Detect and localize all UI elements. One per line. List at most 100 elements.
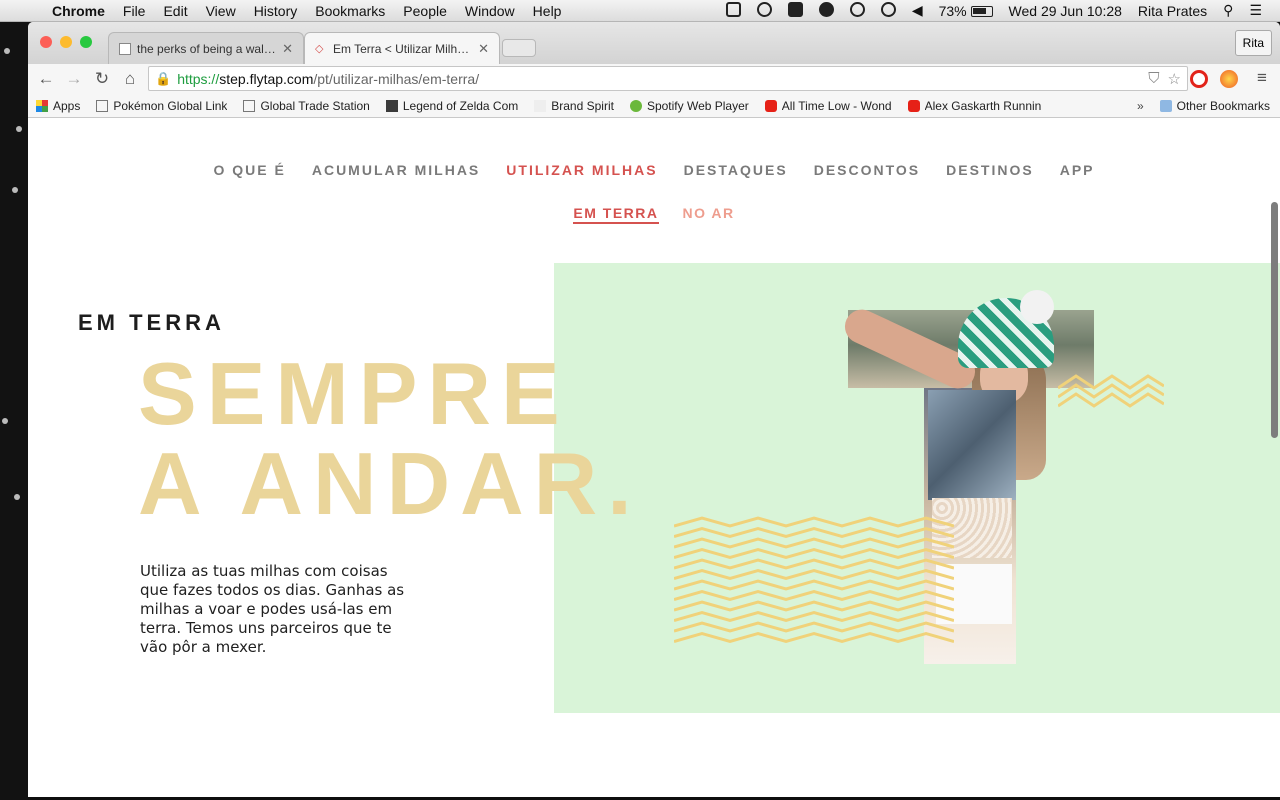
web-page: O QUE É ACUMULAR MILHAS UTILIZAR MILHAS … — [28, 118, 1280, 797]
timer-icon[interactable] — [842, 1, 873, 20]
headline-line-2: A ANDAR. — [138, 434, 642, 533]
tab-title: the perks of being a wallflo — [137, 41, 277, 56]
close-tab-icon[interactable]: ✕ — [478, 41, 489, 57]
address-bar[interactable]: 🔒 https://step.flytap.com/pt/utilizar-mi… — [148, 66, 1188, 91]
lock-icon: 🔒 — [155, 70, 172, 86]
menu-people[interactable]: People — [394, 3, 456, 19]
page-icon — [243, 99, 256, 112]
menu-file[interactable]: File — [114, 3, 155, 19]
tab-strip: the perks of being a wallflo ✕ ◇ Em Terr… — [28, 22, 1280, 64]
nav-destinos[interactable]: DESTINOS — [946, 162, 1034, 178]
page-scrollbar[interactable] — [1271, 202, 1278, 438]
spotlight-search-icon[interactable]: ⚲ — [1215, 2, 1241, 19]
subnav-em-terra[interactable]: EM TERRA — [573, 205, 659, 224]
new-tab-button[interactable] — [502, 39, 536, 57]
bookmark-apps[interactable]: Apps — [28, 99, 88, 113]
close-window-button[interactable] — [40, 36, 52, 48]
zigzag-line — [674, 621, 954, 633]
menu-edit[interactable]: Edit — [154, 3, 196, 19]
nav-o-que-e[interactable]: O QUE É — [213, 162, 285, 178]
bookmark-label: All Time Low - Wond — [781, 98, 892, 113]
url-path: /pt/utilizar-milhas/em-terra/ — [313, 70, 480, 87]
sync-icon[interactable] — [780, 1, 811, 20]
zigzag-line — [674, 631, 954, 644]
bookmark-global-trade-station[interactable]: Global Trade Station — [235, 99, 377, 113]
profile-button[interactable]: Rita — [1234, 30, 1272, 56]
nav-acumular-milhas[interactable]: ACUMULAR MILHAS — [312, 162, 480, 178]
minimize-window-button[interactable] — [60, 36, 72, 48]
bookmark-alex-gaskarth[interactable]: Alex Gaskarth Runnin — [900, 99, 1050, 113]
desktop-dot — [12, 187, 18, 193]
spotify-icon — [629, 99, 642, 112]
nav-destaques[interactable]: DESTAQUES — [684, 162, 788, 178]
bookmark-label: Alex Gaskarth Runnin — [924, 98, 1042, 113]
zigzag-decoration-large — [674, 516, 954, 644]
battery-status[interactable]: 73% — [931, 3, 1001, 19]
other-bookmarks[interactable]: Other Bookmarks — [1152, 99, 1280, 113]
time-machine-icon[interactable] — [873, 1, 904, 20]
reload-icon[interactable]: ↻ — [88, 69, 116, 89]
home-icon[interactable]: ⌂ — [116, 69, 144, 89]
eye-icon[interactable] — [811, 1, 842, 20]
dropbox-icon[interactable] — [718, 1, 749, 20]
hero-photo-pompom — [1020, 290, 1054, 324]
zoom-window-button[interactable] — [80, 36, 92, 48]
folder-icon — [1159, 99, 1172, 112]
apps-grid-icon — [36, 99, 48, 112]
battery-percent: 73% — [938, 2, 967, 19]
creative-cloud-icon[interactable] — [749, 1, 780, 20]
fire-extension-icon[interactable] — [1220, 70, 1238, 88]
zelda-icon — [385, 99, 398, 112]
opera-extension-icon[interactable] — [1190, 70, 1208, 88]
bookmark-brand-spirit[interactable]: Brand Spirit — [526, 99, 622, 113]
bookmark-label: Global Trade Station — [260, 98, 370, 113]
clock[interactable]: Wed 29 Jun 10:28 — [1001, 3, 1130, 19]
menu-bookmarks[interactable]: Bookmarks — [306, 3, 394, 19]
zigzag-line — [674, 516, 954, 528]
volume-icon[interactable]: ◀ — [904, 2, 931, 19]
bookmark-legend-of-zelda[interactable]: Legend of Zelda Com — [378, 99, 526, 113]
menu-view[interactable]: View — [197, 3, 245, 19]
bookmark-pokemon-global-link[interactable]: Pokémon Global Link — [88, 99, 235, 113]
forward-arrow-icon[interactable]: → — [60, 69, 88, 89]
shield-icon[interactable]: ⛉ — [1148, 70, 1159, 88]
tab-em-terra[interactable]: ◇ Em Terra < Utilizar Milhas < ✕ — [304, 32, 500, 64]
notification-center-icon[interactable]: ☰ — [1241, 2, 1270, 19]
bookmarks-overflow-chevron[interactable]: » — [1129, 99, 1152, 113]
zigzag-line — [674, 547, 954, 560]
url-scheme: https:// — [177, 70, 220, 87]
bookmark-spotify[interactable]: Spotify Web Player — [622, 99, 757, 113]
back-arrow-icon[interactable]: ← — [32, 69, 60, 89]
hero-photo-vest — [928, 390, 1016, 500]
desktop-background — [0, 22, 30, 800]
desktop-dot — [16, 126, 22, 132]
bookmark-star-icon[interactable]: ☆ — [1168, 70, 1181, 88]
menu-history[interactable]: History — [245, 3, 307, 19]
intro-paragraph: Utiliza as tuas milhas com coisas que fa… — [140, 562, 405, 656]
nav-descontos[interactable]: DESCONTOS — [814, 162, 920, 178]
chrome-menu-icon[interactable]: ≡ — [1248, 68, 1276, 88]
desktop-dot — [2, 418, 8, 424]
zigzag-line — [674, 589, 954, 602]
zigzag-line — [674, 610, 954, 623]
battery-icon — [970, 6, 993, 18]
menu-help[interactable]: Help — [524, 3, 571, 19]
sub-navigation: EM TERRA NO AR — [28, 205, 1280, 224]
bookmark-label: Spotify Web Player — [646, 98, 749, 113]
subnav-no-ar[interactable]: NO AR — [683, 205, 735, 224]
zigzag-line — [674, 568, 954, 581]
menu-app-name[interactable]: Chrome — [36, 3, 114, 19]
nav-app[interactable]: APP — [1060, 162, 1095, 178]
main-navigation: O QUE É ACUMULAR MILHAS UTILIZAR MILHAS … — [28, 162, 1280, 178]
bookmark-label: Apps — [53, 98, 81, 113]
nav-utilizar-milhas[interactable]: UTILIZAR MILHAS — [506, 162, 657, 178]
desktop-dot — [4, 48, 10, 54]
zigzag-line — [674, 579, 954, 591]
zigzag-line — [674, 600, 954, 612]
tab-wallflower[interactable]: the perks of being a wallflo ✕ — [108, 32, 304, 64]
close-tab-icon[interactable]: ✕ — [282, 41, 293, 57]
desktop-dot — [14, 494, 20, 500]
user-name[interactable]: Rita Prates — [1130, 3, 1215, 19]
menu-window[interactable]: Window — [456, 3, 524, 19]
bookmark-all-time-low[interactable]: All Time Low - Wond — [757, 99, 900, 113]
